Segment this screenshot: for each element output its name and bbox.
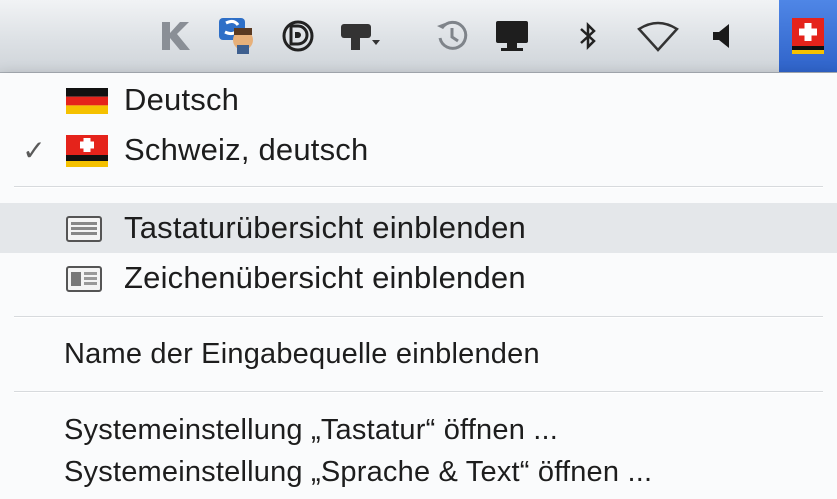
bluetooth-menu-extra[interactable]: [566, 12, 610, 60]
time-machine-icon: [437, 20, 468, 50]
menu-separator: [14, 391, 823, 393]
menu-separator: [14, 186, 823, 188]
keyboard-viewer-icon: [66, 216, 102, 247]
menu-item-deutsch[interactable]: Deutsch: [0, 75, 837, 125]
k-menu-extra[interactable]: [152, 12, 196, 60]
menu-item-label: Systemeinstellung „Sprache & Text“ öffne…: [64, 455, 653, 488]
input-source-menu: Deutsch ✓ Schweiz, deutsch Tastaturübers…: [0, 73, 837, 499]
bluetooth-icon: [580, 21, 596, 51]
volume-menu-extra[interactable]: [700, 12, 744, 60]
menu-separator: [14, 316, 823, 318]
menu-item-keyboard-viewer[interactable]: Tastaturübersicht einblenden: [0, 203, 837, 253]
input-source-menu-extra[interactable]: [779, 0, 837, 72]
character-viewer-icon: [66, 266, 102, 297]
monitor-icon: [496, 21, 528, 51]
menu-item-label: Zeichenübersicht einblenden: [124, 260, 526, 295]
wifi-menu-extra[interactable]: [636, 12, 680, 60]
menu-item-label: Tastaturübersicht einblenden: [124, 210, 526, 245]
d-circle-icon: [282, 20, 314, 52]
menu-bar: [0, 0, 837, 73]
menu-item-label: Systemeinstellung „Tastatur“ öffnen ...: [64, 413, 559, 446]
menu-item-label: Schweiz, deutsch: [124, 132, 369, 167]
wifi-icon: [637, 21, 679, 52]
time-machine-menu-extra[interactable]: [430, 12, 474, 60]
swiss-flag-icon: [66, 135, 108, 172]
menu-item-schweiz-deutsch[interactable]: ✓ Schweiz, deutsch: [0, 125, 837, 175]
menu-item-label: Name der Eingabequelle einblenden: [64, 337, 540, 370]
d-menu-extra[interactable]: [276, 12, 320, 60]
checkmark-icon: ✓: [22, 134, 46, 166]
display-menu-extra[interactable]: [338, 12, 382, 60]
swiss-flag-icon: [792, 18, 824, 54]
volume-icon: [713, 24, 729, 48]
menu-item-label: Deutsch: [124, 82, 240, 117]
menu-item-character-viewer[interactable]: Zeichenübersicht einblenden: [0, 253, 837, 303]
script-menu-extra[interactable]: [214, 12, 258, 60]
monitor-menu-extra[interactable]: [490, 12, 534, 60]
script-avatar-icon: [219, 18, 253, 54]
german-flag-icon: [66, 88, 108, 119]
menu-item-open-language-text-prefs[interactable]: Systemeinstellung „Sprache & Text“ öffne…: [0, 447, 837, 497]
menu-item-show-input-source-name[interactable]: Name der Eingabequelle einblenden: [0, 329, 837, 379]
k-icon: [162, 22, 190, 50]
display-mirror-icon: [341, 24, 380, 50]
